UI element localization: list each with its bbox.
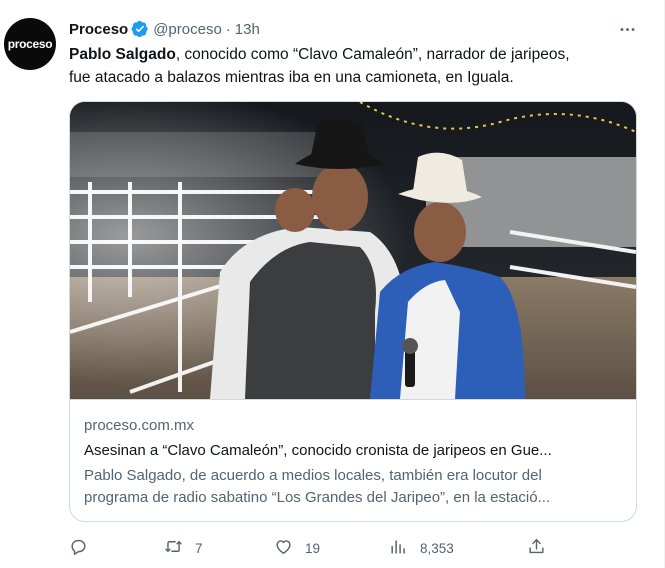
verified-badge-icon[interactable] <box>131 20 149 38</box>
action-bar: 7 19 8,353 <box>69 536 549 560</box>
author-name[interactable]: Proceso <box>69 21 128 38</box>
tweet[interactable]: proceso Proceso @proceso · 13h Pablo Sal… <box>0 0 665 568</box>
tweet-text: Pablo Salgado, conocido como “Clavo Cama… <box>69 43 644 89</box>
avatar[interactable]: proceso <box>4 18 56 70</box>
views-icon <box>389 537 408 559</box>
more-icon[interactable] <box>614 18 640 40</box>
retweet-count: 7 <box>195 540 203 556</box>
retweet-icon <box>164 537 183 559</box>
tweet-text-bold: Pablo Salgado <box>69 46 176 63</box>
retweet-button[interactable]: 7 <box>164 536 203 560</box>
like-icon <box>274 537 293 559</box>
card-description: Pablo Salgado, de acuerdo a medios local… <box>84 465 622 509</box>
card-description-line-2: programa de radio sabatino “Los Grandes … <box>84 489 551 506</box>
card-title: Asesinan a “Clavo Camaleón”, conocido cr… <box>84 442 552 459</box>
reply-button[interactable] <box>69 536 100 560</box>
tweet-text-rest: , conocido como “Clavo Camaleón”, narrad… <box>175 46 570 63</box>
tweet-header: Proceso @proceso · 13h <box>69 18 260 40</box>
card-meta[interactable]: proceso.com.mx Asesinan a “Clavo Camaleó… <box>70 399 636 509</box>
separator-dot: · <box>225 20 231 38</box>
views-count: 8,353 <box>420 540 454 556</box>
tweet-text-line-1: Pablo Salgado, conocido como “Clavo Cama… <box>69 43 644 66</box>
reply-icon <box>69 537 88 559</box>
card-description-line-1: Pablo Salgado, de acuerdo a medios local… <box>84 467 542 484</box>
link-card[interactable]: proceso.com.mx Asesinan a “Clavo Camaleó… <box>69 101 637 522</box>
like-button[interactable]: 19 <box>274 536 320 560</box>
like-count: 19 <box>305 540 321 556</box>
share-button[interactable] <box>527 536 546 560</box>
views-button[interactable]: 8,353 <box>389 536 454 560</box>
author-handle[interactable]: @proceso <box>153 21 222 38</box>
share-icon <box>527 537 546 559</box>
timestamp[interactable]: 13h <box>235 21 260 38</box>
tweet-text-line-2: fue atacado a balazos mientras iba en un… <box>69 69 514 86</box>
card-photo[interactable] <box>70 102 636 399</box>
card-domain: proceso.com.mx <box>84 417 195 434</box>
avatar-logo-text: proceso <box>7 37 53 51</box>
